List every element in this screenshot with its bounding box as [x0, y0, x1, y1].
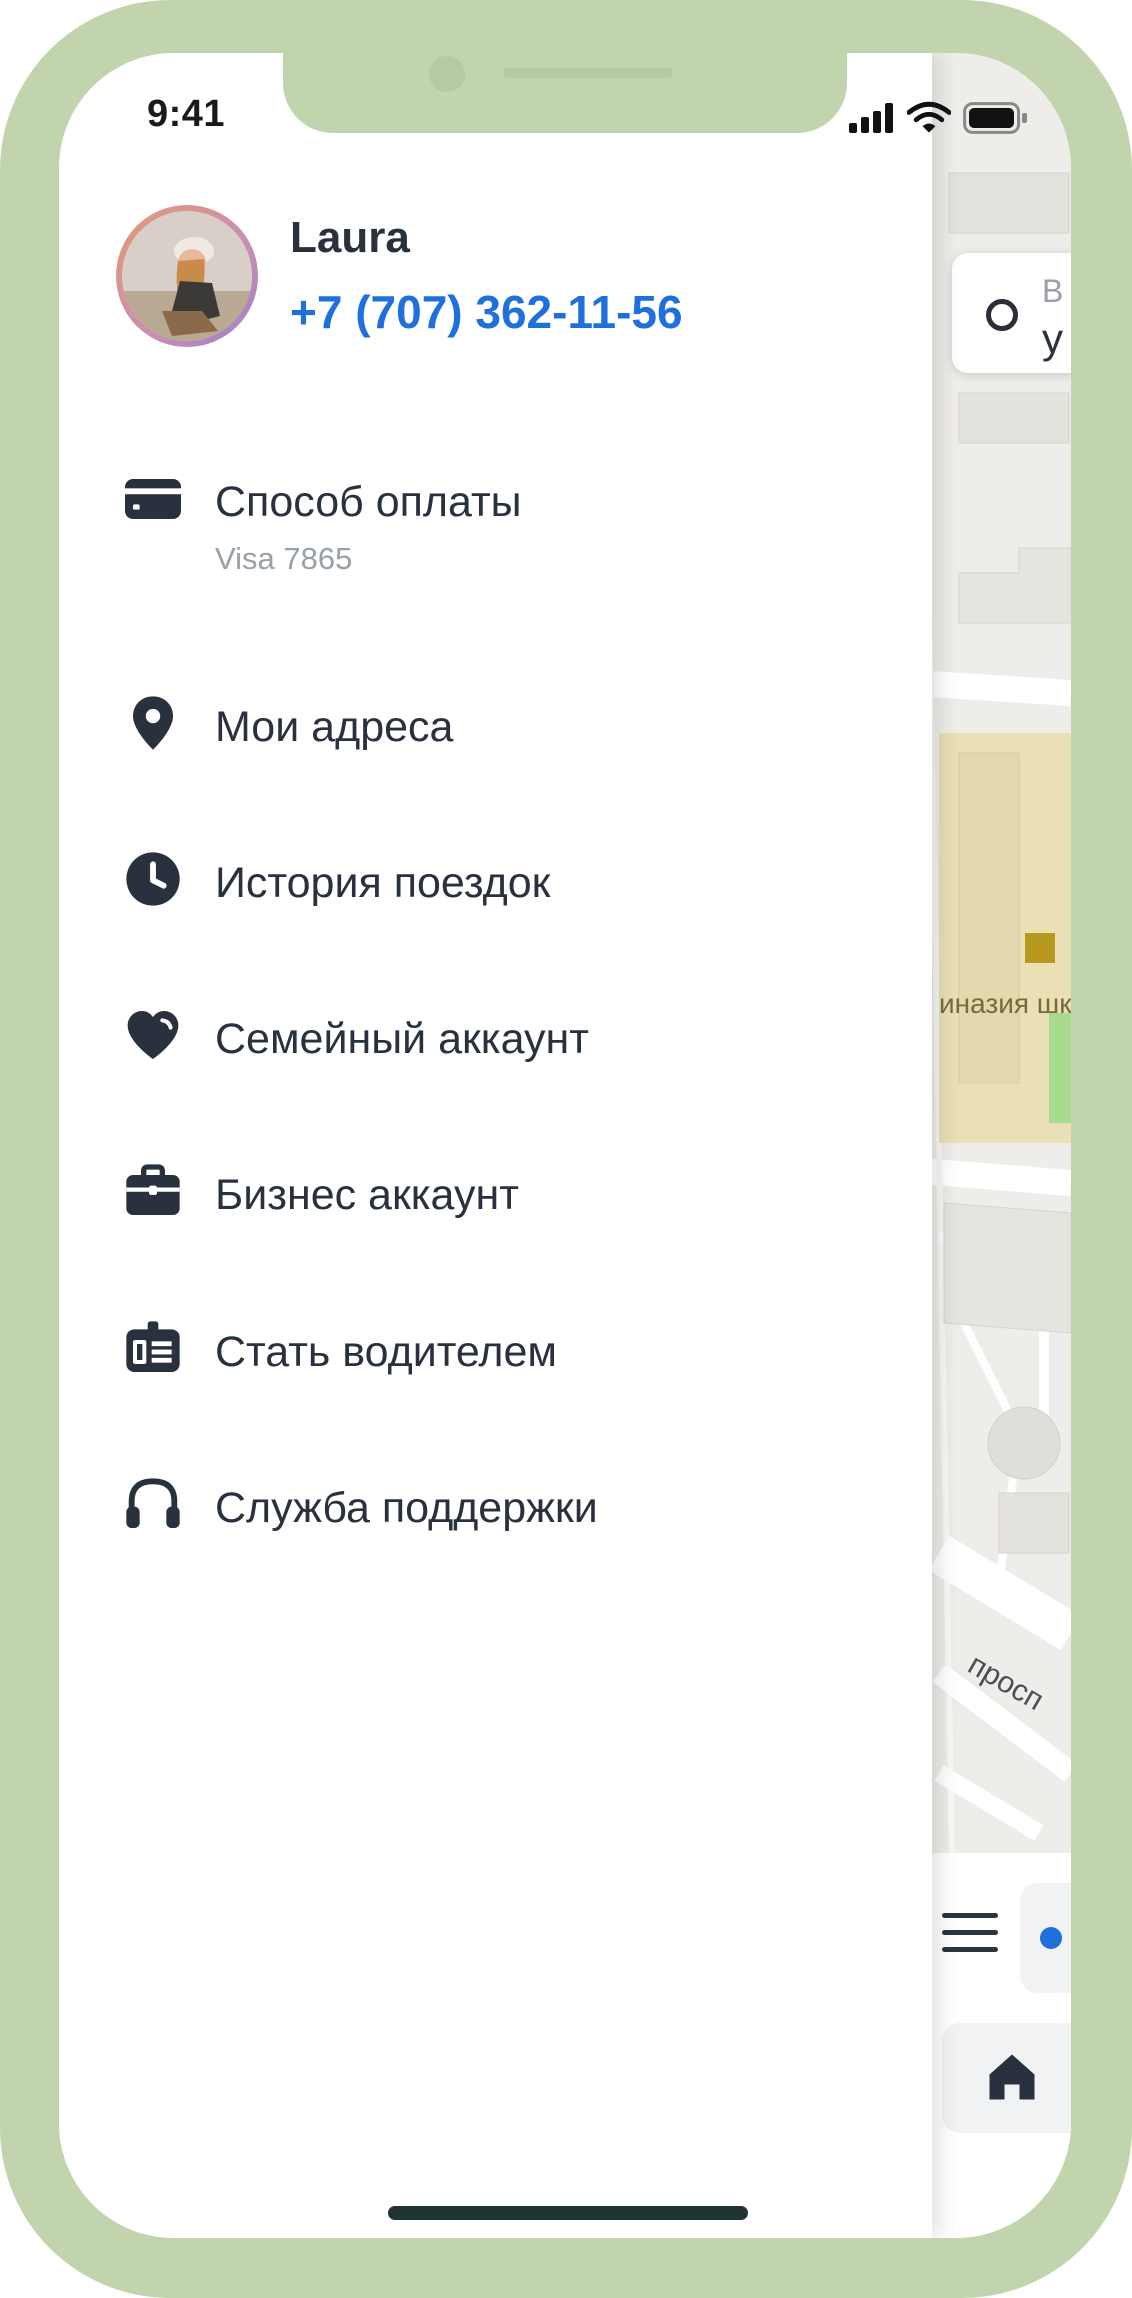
avatar[interactable]	[116, 205, 258, 347]
map-bottom-panel	[932, 1853, 1071, 2238]
menu-item-label: Служба поддержки	[215, 1484, 598, 1532]
poi-label: иназия шк	[939, 988, 1071, 1019]
map-search-card[interactable]: В у	[952, 253, 1071, 373]
menu-item-family-account[interactable]: Семейный аккаунт	[59, 985, 932, 1085]
menu-item-history[interactable]: История поездок	[59, 829, 932, 929]
menu-item-label: Способ оплаты	[215, 478, 522, 526]
search-card-address: у	[1042, 315, 1063, 362]
home-icon	[989, 2054, 1035, 2100]
origin-marker-icon	[986, 299, 1018, 331]
profile-name: Laura	[290, 213, 410, 262]
battery-icon	[963, 102, 1027, 134]
heart-icon	[127, 1011, 179, 1059]
destination-dot-icon	[1040, 1927, 1062, 1949]
menu-item-label: Бизнес аккаунт	[215, 1171, 519, 1219]
menu-item-label: Мои адреса	[215, 703, 454, 751]
avatar-image	[122, 211, 252, 341]
credit-card-icon	[125, 479, 181, 519]
notch	[283, 53, 847, 133]
briefcase-icon	[126, 1164, 180, 1215]
menu-item-label: Стать водителем	[215, 1328, 557, 1376]
payment-method-value: Visa 7865	[215, 541, 353, 576]
status-time: 9:41	[147, 93, 226, 135]
menu-item-payment[interactable]: Способ оплаты Visa 7865	[59, 448, 932, 618]
menu-icon[interactable]	[942, 1913, 998, 1953]
destination-field[interactable]	[1020, 1883, 1071, 1993]
wifi-icon	[907, 101, 951, 133]
cellular-signal-icon	[849, 103, 893, 133]
menu-item-become-driver[interactable]: Стать водителем	[59, 1298, 932, 1398]
clock-icon	[126, 852, 180, 906]
menu-item-addresses[interactable]: Мои адреса	[59, 673, 932, 773]
menu-item-support[interactable]: Служба поддержки	[59, 1454, 932, 1554]
home-shortcut[interactable]	[942, 2023, 1071, 2133]
menu-item-label: История поездок	[215, 859, 551, 907]
driver-badge-icon	[126, 1321, 180, 1372]
location-pin-icon	[133, 696, 173, 750]
profile-phone[interactable]: +7 (707) 362-11-56	[290, 285, 683, 339]
avatar-photo	[122, 211, 252, 341]
side-drawer: 9:41 Laura +7 (707) 362-11-56 Способ опл…	[59, 53, 932, 2238]
menu-item-business-account[interactable]: Бизнес аккаунт	[59, 1141, 932, 1241]
camera-icon	[429, 56, 465, 92]
speaker-grille	[503, 68, 673, 78]
home-indicator	[388, 2206, 748, 2220]
status-icons	[849, 98, 1049, 138]
headset-icon	[126, 1478, 180, 1528]
screen: В у иназия шк просп 9:41 Laura +7 (707) …	[59, 53, 1071, 2238]
phone-frame: В у иназия шк просп 9:41 Laura +7 (707) …	[0, 0, 1132, 2298]
menu-item-label: Семейный аккаунт	[215, 1015, 589, 1063]
search-card-caption: В	[1042, 273, 1064, 309]
